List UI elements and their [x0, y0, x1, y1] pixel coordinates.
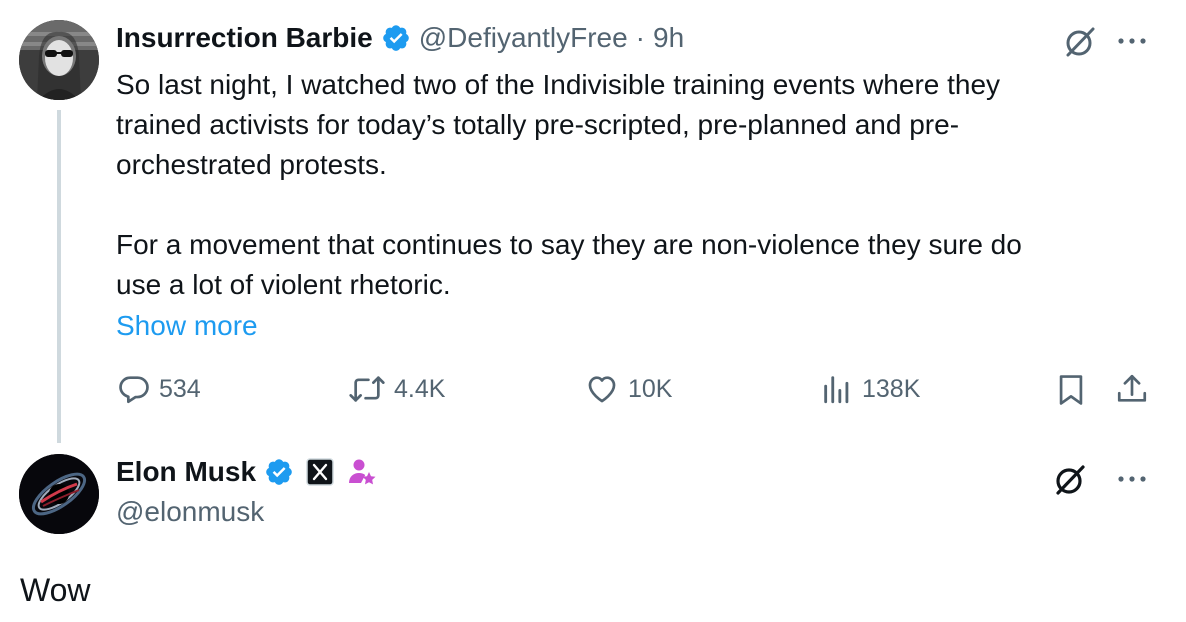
like-button[interactable]: 10K [584, 372, 672, 406]
tweet-text-line: orchestrated protests. [116, 149, 387, 180]
share-icon[interactable] [1115, 371, 1149, 407]
repost-button[interactable]: 4.4K [348, 372, 445, 406]
more-icon[interactable] [1115, 26, 1149, 56]
x-affiliate-badge-icon[interactable] [306, 458, 334, 486]
author-avatar[interactable] [19, 20, 99, 100]
reply-text: Wow [20, 572, 91, 608]
reply-count: 534 [159, 374, 201, 403]
bookmark-icon[interactable] [1056, 373, 1086, 407]
repost-icon [348, 372, 386, 406]
separator-dot: · [635, 22, 645, 53]
tweet-text-line: For a movement that continues to say the… [116, 229, 1022, 260]
subscriber-badge-icon[interactable] [346, 456, 378, 488]
tweet-text: So last night, I watched two of the Indi… [116, 65, 1156, 305]
tweet-text-line: So last night, I watched two of the Indi… [116, 69, 1001, 100]
repost-count: 4.4K [394, 374, 446, 403]
verified-badge-icon[interactable] [381, 23, 411, 53]
more-icon[interactable] [1115, 464, 1149, 494]
verified-badge-icon[interactable] [264, 457, 294, 487]
avatar-image [19, 454, 99, 534]
reply-header: Elon Musk [116, 456, 378, 488]
views-icon [820, 372, 854, 406]
tweet-header: Insurrection Barbie @DefiyantlyFree · 9h [116, 22, 684, 54]
paragraph-break [116, 185, 1156, 225]
grok-icon[interactable] [1062, 24, 1098, 60]
tweet-text-line: trained activists for today’s totally pr… [116, 109, 960, 140]
tweet-text-line: use a lot of violent rhetoric. [116, 269, 451, 300]
reply-button[interactable]: 534 [117, 372, 201, 406]
reply-author-name[interactable]: Elon Musk [116, 456, 256, 488]
reply-icon [117, 372, 151, 406]
reply-author-avatar[interactable] [19, 454, 99, 534]
show-more-link[interactable]: Show more [116, 306, 258, 346]
author-name[interactable]: Insurrection Barbie [116, 22, 373, 54]
grok-icon[interactable] [1052, 462, 1088, 498]
author-handle[interactable]: @DefiyantlyFree [419, 22, 628, 54]
views-button[interactable]: 138K [820, 372, 920, 406]
avatar-image [19, 20, 99, 100]
tweet-time[interactable]: 9h [653, 22, 684, 54]
like-count: 10K [628, 374, 673, 403]
like-icon [584, 372, 620, 406]
reply-author-handle[interactable]: @elonmusk [116, 496, 264, 528]
thread-connector-line [57, 110, 61, 443]
views-count: 138K [862, 374, 921, 403]
